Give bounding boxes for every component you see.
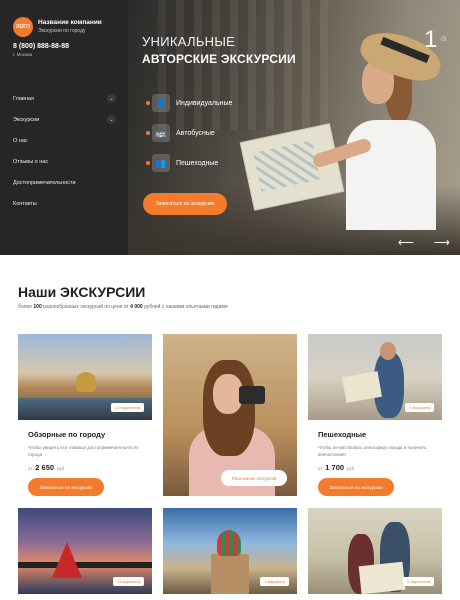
variants-badge: 24 варианта [113,577,144,586]
nav-item-label: О нас [13,137,28,144]
main-nav: Главная ⌄ Экскурсии ⌄ О нас Отзывы о нас… [0,88,128,214]
bullet-dot [146,131,150,135]
subtitle-mid: разнообразных экскурсий по цене от [43,304,129,310]
logo[interactable]: ЛОГО [13,17,33,37]
person-icon: 👤 [152,94,170,112]
excursion-card-city-tour[interactable]: 12 вариантов Обзорные по городу Чтобы ув… [18,334,152,497]
card-description: Чтобы увидеть все главные достопримечате… [28,445,138,457]
scarlet-sails-ship-image: 24 варианта [18,508,152,594]
subtitle-prefix: более [18,304,33,310]
walking-group-icon: 👥 [152,154,170,172]
feature-label: Автобусные [176,129,215,137]
city-label: г. Москва [13,52,32,57]
hero-tourist-woman-image [239,24,450,255]
city-panorama-image: 12 вариантов [18,334,152,420]
feature-label: Пешеходные [176,159,219,167]
excursion-card-couple[interactable]: 6 вариантов [308,508,442,594]
nav-item-contacts[interactable]: Контакты [0,193,128,214]
bullet-dot [146,161,150,165]
camera-icon [239,386,265,404]
nav-item-sights[interactable]: Достопримечательности [0,172,128,193]
church-body [211,554,249,594]
tourist-with-map-image: 4 варианта [308,334,442,420]
slide-counter-current: 1 [424,26,438,53]
nav-item-home[interactable]: Главная ⌄ [0,88,128,109]
section-title: Наши ЭКСКУРСИИ [18,284,146,300]
card-title[interactable]: Обзорные по городу [18,430,152,439]
subtitle-suffix: рублей с нашими опытными гидами [144,304,228,310]
book-excursion-button[interactable]: Записаться на экскурсию [318,478,394,497]
bus-icon: 🚌 [152,124,170,142]
map-image [358,561,406,594]
nav-item-reviews[interactable]: Отзывы о нас [0,151,128,172]
book-excursion-button[interactable]: Записаться на экскурсию [28,478,104,497]
price-currency: руб [347,466,355,472]
variants-badge: 6 вариантов [403,577,434,586]
price-from-label: от [318,466,323,472]
card-description: Чтобы почувствовать атмосферу города и п… [318,445,427,457]
chevron-down-icon[interactable]: ⌄ [107,94,116,103]
sidebar: ЛОГО Название компании Экскурсии по горо… [0,0,128,255]
church-dome [217,530,241,556]
bridge [18,562,152,568]
price-currency: руб [57,466,65,472]
slider-prev-arrow-icon[interactable]: ⟵ [398,236,414,249]
couple-with-map-image: 6 вариантов [308,508,442,594]
excursion-card-church[interactable]: 4 варианта [163,508,297,594]
subtitle-price: 4 000 [130,304,143,310]
feature-walking: 👥 Пешеходные [146,148,232,178]
subtitle-count: 100 [33,304,42,310]
nav-item-label: Достопримечательности [13,179,76,186]
card-title[interactable]: Пешеходные [308,430,442,439]
nav-item-label: Экскурсии [13,116,40,123]
church-savior-image: 4 варианта [163,508,297,594]
excursion-card-scarlet-sails[interactable]: 24 варианта [18,508,152,594]
feature-label: Индивидуальные [176,99,233,107]
variants-badge: 4 варианта [260,577,289,586]
nav-item-about[interactable]: О нас [0,130,128,151]
nav-item-label: Главная [13,95,34,102]
hero-slider: ЛОГО Название компании Экскурсии по горо… [0,0,460,255]
tourist-head [380,342,396,360]
feature-individual: 👤 Индивидуальные [146,88,232,118]
price-from-label: от [28,466,33,472]
schedule-button[interactable]: Расписание экскурсий [221,470,287,486]
book-excursion-button[interactable]: Записаться на экскурсию [143,193,227,215]
tourist-shirt [346,120,436,230]
hero-features-list: 👤 Индивидуальные 🚌 Автобусные 👥 Пешеходн… [146,88,232,178]
excursion-card-photo-promo[interactable]: Расписание экскурсий [163,334,297,496]
slide-counter-total: /3 [441,37,447,43]
woman-with-camera-image: Расписание экскурсий [163,334,297,496]
price-value: 1 700 [325,463,345,473]
chevron-down-icon[interactable]: ⌄ [107,115,116,124]
feature-bus: 🚌 Автобусные [146,118,232,148]
card-price: от 2 650 руб [18,463,152,472]
cathedral-dome [76,372,96,392]
hero-title-line1: УНИКАЛЬНЫЕ [142,34,236,49]
phone-link[interactable]: 8 (800) 888-88-88 [13,43,69,50]
section-subtitle: более 100 разнообразных экскурсий по цен… [18,304,228,310]
company-tagline: Экскурсии по городу [38,28,86,34]
company-name: Название компании [38,19,102,26]
nav-item-label: Контакты [13,200,37,207]
hero-title-line2: АВТОРСКИЕ ЭКСКУРСИИ [142,52,296,66]
nav-item-label: Отзывы о нас [13,158,49,165]
excursion-card-walking[interactable]: 4 варианта Пешеходные Чтобы почувствоват… [308,334,442,497]
variants-badge: 4 варианта [405,403,434,412]
red-sail-ship [52,542,82,578]
variants-badge: 12 вариантов [111,403,144,412]
card-price: от 1 700 руб [308,463,442,472]
slider-next-arrow-icon[interactable]: ⟶ [434,236,450,249]
bullet-dot [146,101,150,105]
price-value: 2 650 [35,463,55,473]
nav-item-excursions[interactable]: Экскурсии ⌄ [0,109,128,130]
